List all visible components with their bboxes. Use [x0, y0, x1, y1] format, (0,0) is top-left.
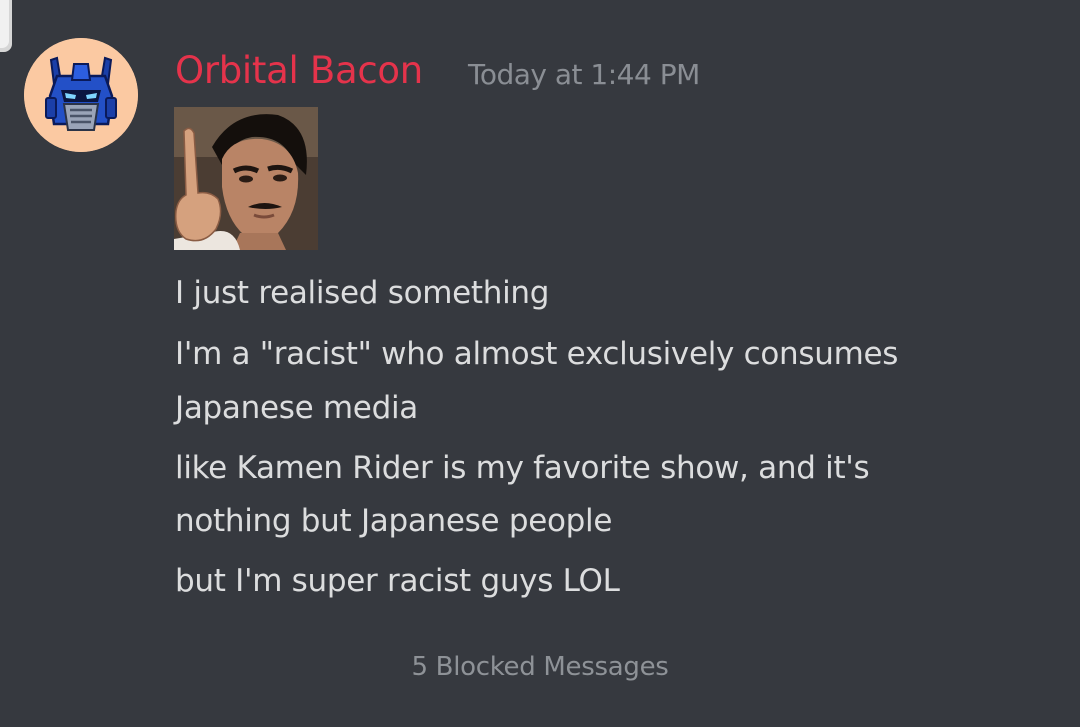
chat-view: Orbital Bacon Today at 1:44 PM I just re… — [0, 0, 1080, 727]
blocked-messages-link[interactable]: 5 Blocked Messages — [0, 652, 1080, 682]
message-line: nothing but Japanese people — [175, 503, 613, 539]
message-line: I'm a "racist" who almost exclusively co… — [175, 336, 899, 372]
user-avatar[interactable] — [24, 38, 138, 152]
message-line: but I'm super racist guys LOL — [175, 563, 620, 599]
message-line: like Kamen Rider is my favorite show, an… — [175, 450, 870, 486]
message-timestamp: Today at 1:44 PM — [468, 58, 700, 91]
message-line: Japanese media — [175, 390, 418, 426]
image-attachment[interactable] — [174, 107, 318, 250]
author-name[interactable]: Orbital Bacon — [175, 49, 423, 92]
robot-head-icon — [24, 38, 138, 152]
message-line: I just realised something — [175, 275, 550, 311]
window-edge — [0, 0, 12, 52]
reaction-photo — [174, 107, 318, 250]
